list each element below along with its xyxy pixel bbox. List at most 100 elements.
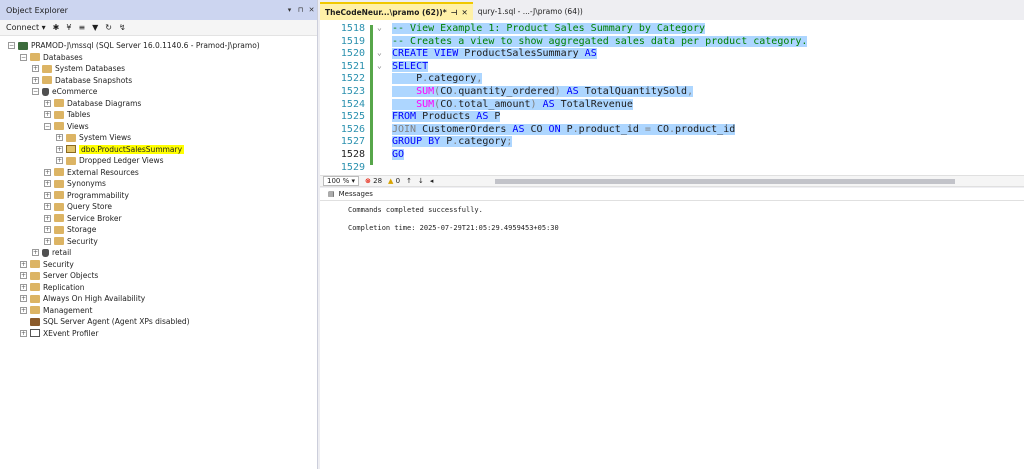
expand-icon[interactable]: +	[20, 272, 27, 280]
tree-node[interactable]: + Replication	[20, 282, 85, 293]
tab-messages[interactable]: Messages	[339, 190, 373, 198]
collapse-icon[interactable]: −	[20, 53, 27, 61]
tree-node-label: retail	[52, 248, 72, 258]
tree-node[interactable]: + retail	[32, 247, 71, 258]
fold-icon[interactable]: ⌄	[377, 23, 385, 32]
tab-close-icon[interactable]: ✕	[461, 8, 467, 17]
expand-icon[interactable]: +	[56, 134, 63, 142]
expand-icon[interactable]: +	[32, 65, 39, 73]
tab-active-query[interactable]: TheCodeNeur...\pramo (62))* ⊣ ✕	[320, 2, 473, 20]
expand-icon[interactable]: +	[20, 329, 27, 337]
expand-icon[interactable]: +	[44, 99, 51, 107]
tree-node[interactable]: SQL Server Agent (Agent XPs disabled)	[20, 316, 190, 327]
document-tabs: TheCodeNeur...\pramo (62))* ⊣ ✕ qury-1.s…	[320, 0, 1024, 20]
tree-node-label: System Views	[79, 133, 132, 143]
object-explorer-tree: − PRAMOD-J\mssql (SQL Server 16.0.1140.6 …	[0, 36, 317, 456]
refresh-icon[interactable]: ↻	[105, 23, 112, 32]
activity-monitor-icon[interactable]: ↯	[119, 23, 126, 32]
tree-node[interactable]: − Databases	[20, 52, 83, 63]
expand-icon[interactable]: +	[44, 214, 51, 222]
tree-node-label: Service Broker	[67, 213, 122, 223]
message-line: Commands completed successfully.	[348, 206, 483, 214]
folder-icon	[30, 53, 40, 62]
tree-node[interactable]: + Database Snapshots	[32, 75, 132, 86]
tree-node[interactable]: + XEvent Profiler	[20, 328, 98, 339]
tree-node[interactable]: − Views	[44, 121, 89, 132]
tree-node[interactable]: + Database Diagrams	[44, 98, 141, 109]
tree-node[interactable]: + Synonyms	[44, 178, 106, 189]
expand-icon[interactable]: +	[56, 145, 63, 153]
close-icon[interactable]: ✕	[306, 6, 317, 14]
expand-icon[interactable]: +	[32, 76, 39, 84]
folder-icon	[30, 271, 40, 280]
tree-node[interactable]: + Storage	[44, 224, 96, 235]
tree-node[interactable]: + System Databases	[32, 63, 125, 74]
expand-icon[interactable]: +	[44, 203, 51, 211]
line-number: 1519	[340, 35, 365, 47]
code-editor[interactable]: 1518 ⌄ -- View Example 1: Product Sales Su…	[320, 20, 1024, 175]
tree-node[interactable]: + Always On High Availability	[20, 293, 145, 304]
expand-icon[interactable]: +	[44, 237, 51, 245]
previous-issue-icon[interactable]: ↑	[406, 177, 412, 185]
connect-icon[interactable]: ✱	[53, 23, 60, 32]
expand-icon[interactable]: +	[44, 180, 51, 188]
tree-node[interactable]: + Programmability	[44, 190, 129, 201]
folder-icon	[30, 260, 40, 269]
error-count[interactable]: ⊗ 28	[365, 177, 382, 185]
tree-node[interactable]: + Tables	[44, 109, 90, 120]
tree-node[interactable]: + Server Objects	[20, 270, 98, 281]
zoom-select[interactable]: 100 % ▾	[323, 176, 359, 186]
tab-label: qury-1.sql - ...-J\pramo (64))	[477, 6, 583, 16]
tab-pin-icon[interactable]: ⊣	[451, 8, 458, 17]
expand-icon[interactable]: +	[20, 260, 27, 268]
tree-node[interactable]: + Security	[44, 236, 98, 247]
tree-node-label: dbo.ProductSalesSummary	[79, 144, 185, 154]
tree-node-label: Security	[43, 259, 74, 269]
pin-icon[interactable]: ⊓	[295, 6, 306, 14]
tree-node-label: Programmability	[67, 190, 129, 200]
expand-icon[interactable]: +	[44, 191, 51, 199]
next-issue-icon[interactable]: ↓	[418, 177, 424, 185]
tree-node[interactable]: + Management	[20, 305, 92, 316]
stop-icon[interactable]: ≡	[78, 23, 85, 32]
tree-node[interactable]: + Service Broker	[44, 213, 122, 224]
fold-icon[interactable]: ⌄	[377, 61, 385, 70]
expand-icon[interactable]: +	[56, 157, 63, 165]
tree-node[interactable]: + Query Store	[44, 201, 112, 212]
tree-node[interactable]: − eCommerce	[32, 86, 97, 97]
expand-icon[interactable]: +	[20, 306, 27, 314]
collapse-icon[interactable]: −	[44, 122, 51, 130]
collapse-icon[interactable]: −	[32, 88, 39, 96]
window-position-icon[interactable]: ▾	[284, 6, 295, 14]
line-number: 1524	[340, 98, 365, 110]
filter-icon[interactable]: ▼	[92, 23, 98, 32]
horizontal-scrollbar[interactable]	[495, 179, 955, 184]
folder-icon	[54, 237, 64, 246]
tree-node-label: Security	[67, 236, 98, 246]
scroll-left-icon[interactable]: ◂	[430, 177, 434, 185]
expand-icon[interactable]: +	[32, 249, 39, 257]
folder-icon	[30, 294, 40, 303]
tree-node-label: Views	[67, 121, 89, 131]
tree-node[interactable]: + Dropped Ledger Views	[56, 155, 164, 166]
line-number: 1526	[340, 123, 365, 135]
folder-icon	[54, 179, 64, 188]
tab-query-1[interactable]: qury-1.sql - ...-J\pramo (64))	[473, 2, 588, 20]
disconnect-icon[interactable]: ¥	[66, 23, 71, 32]
expand-icon[interactable]: +	[44, 226, 51, 234]
folder-icon	[54, 122, 64, 131]
tree-node[interactable]: + System Views	[56, 132, 131, 143]
collapse-icon[interactable]: −	[8, 42, 15, 50]
tree-node[interactable]: + Security	[20, 259, 74, 270]
tree-node[interactable]: + dbo.ProductSalesSummary	[56, 144, 185, 155]
expand-icon[interactable]: +	[20, 283, 27, 291]
warning-count[interactable]: ▲ 0	[388, 177, 400, 185]
expand-icon[interactable]: +	[44, 168, 51, 176]
tree-node-label: Always On High Availability	[43, 294, 146, 304]
tree-node[interactable]: − PRAMOD-J\mssql (SQL Server 16.0.1140.6 …	[8, 40, 260, 51]
connect-button[interactable]: Connect ▾	[6, 23, 46, 32]
expand-icon[interactable]: +	[44, 111, 51, 119]
fold-icon[interactable]: ⌄	[377, 48, 385, 57]
tree-node[interactable]: + External Resources	[44, 167, 139, 178]
expand-icon[interactable]: +	[20, 295, 27, 303]
